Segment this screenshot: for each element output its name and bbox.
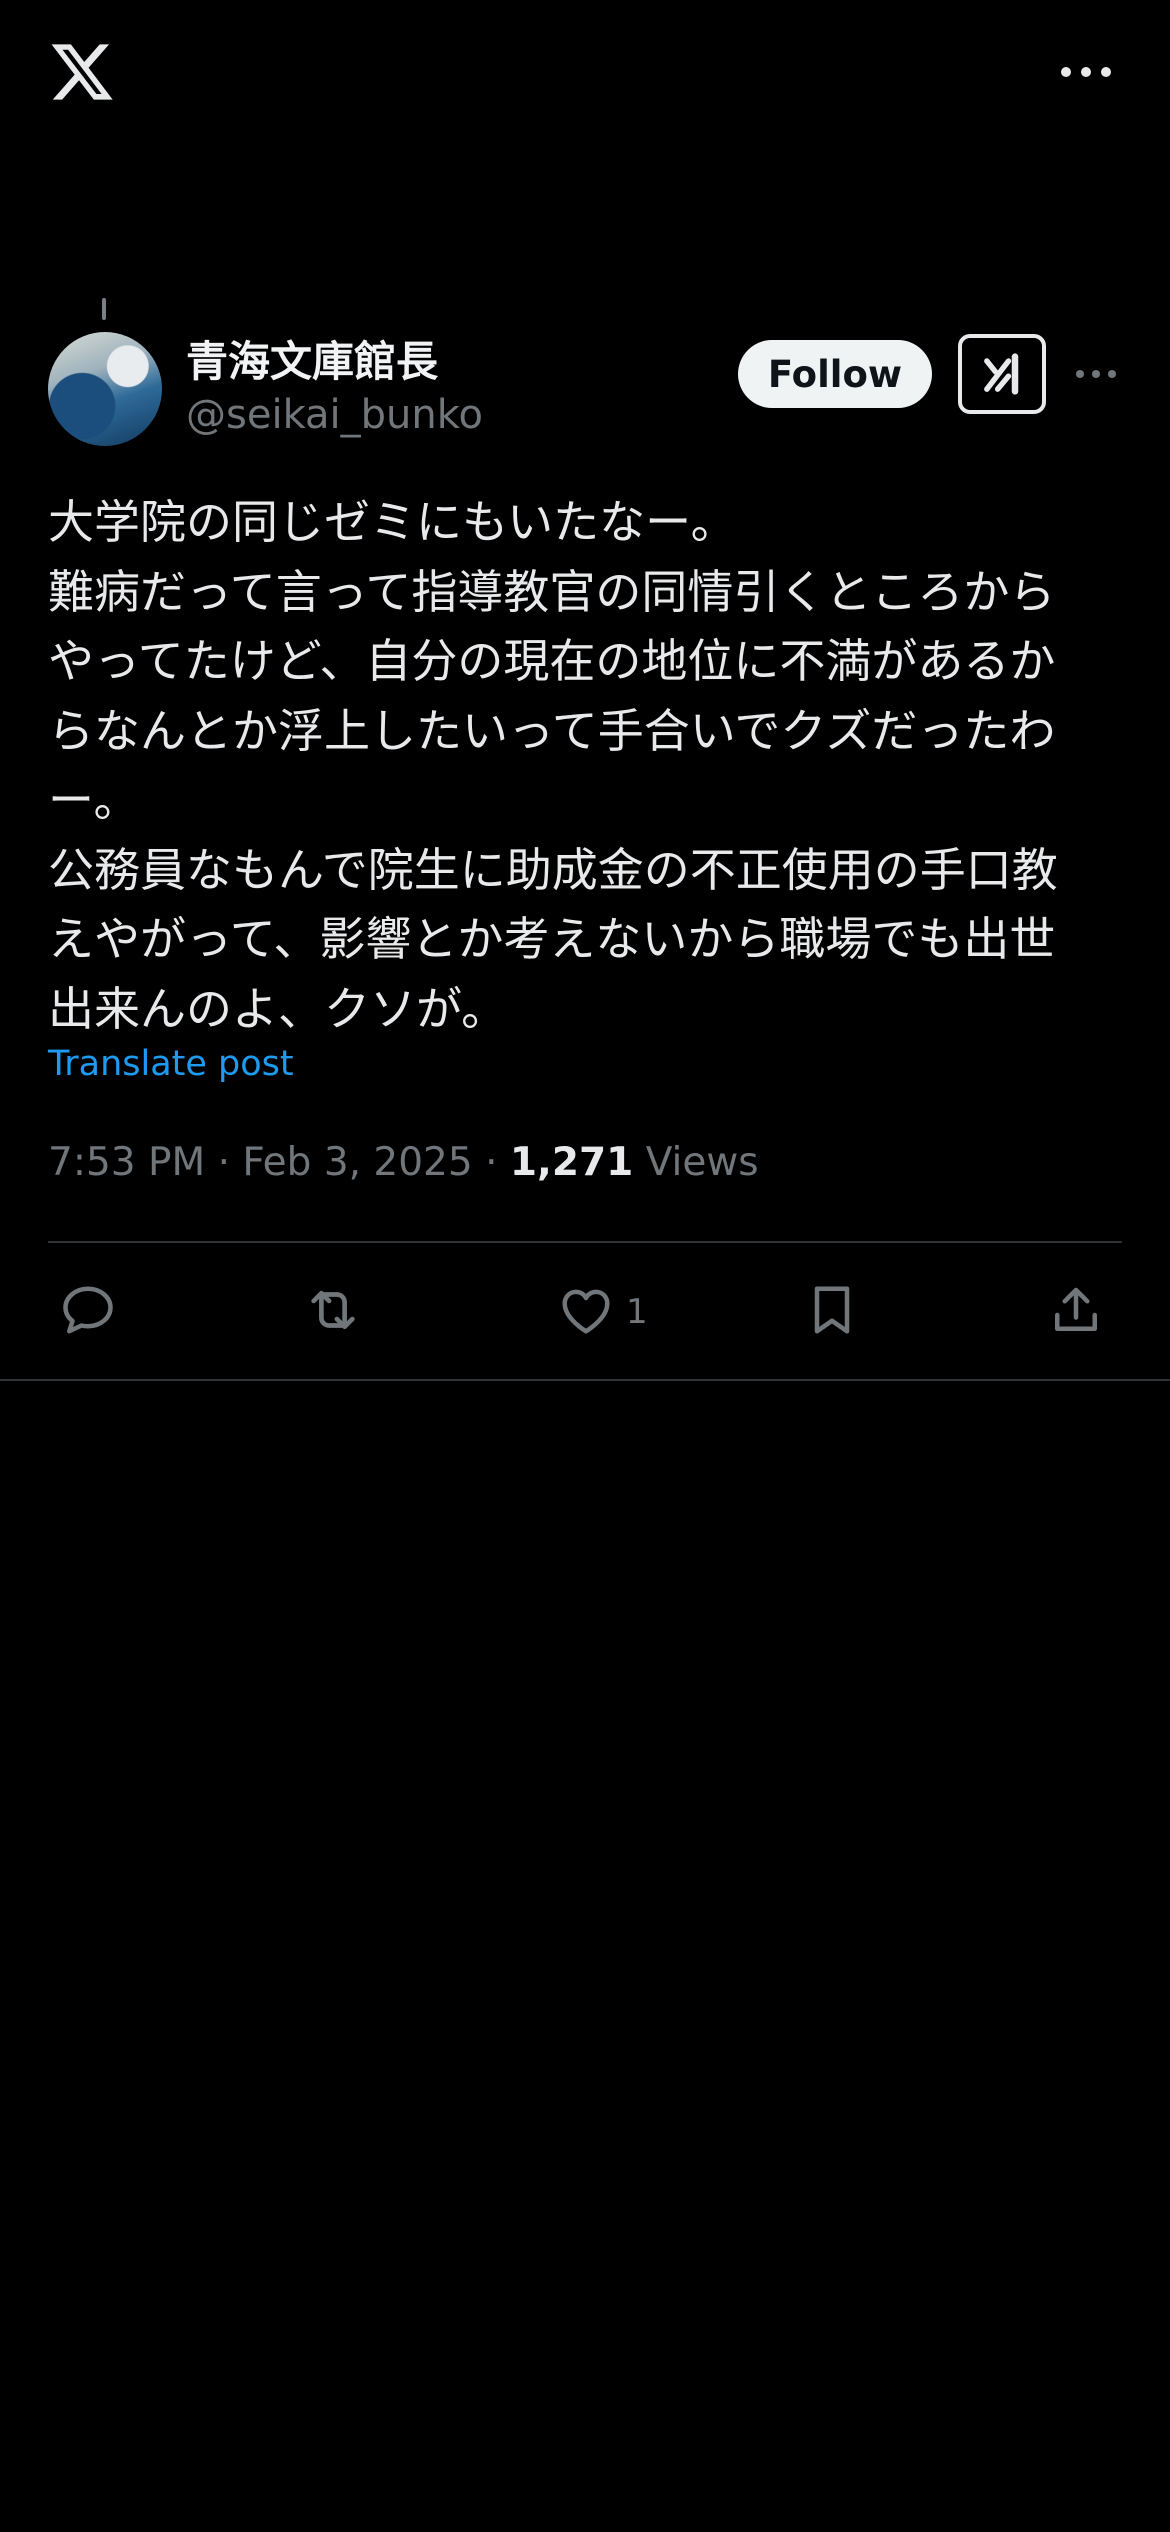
author-display-name[interactable]: 青海文庫館長 bbox=[186, 328, 438, 389]
retweet-button[interactable] bbox=[302, 1276, 364, 1348]
post-text-line: やってたけど、自分の現在の地位に不満があるか bbox=[48, 634, 1056, 688]
post-text-line: 大学院の同じゼミにもいたなー。 bbox=[48, 495, 737, 549]
post-meta: 7:53 PM · Feb 3, 2025 · 1,271 Views bbox=[48, 1140, 759, 1185]
views-label: Views bbox=[645, 1140, 759, 1185]
x-logo-icon[interactable] bbox=[48, 38, 116, 106]
post-text-line: えやがって、影響とか考えないから職場でも出世 bbox=[48, 912, 1056, 966]
meta-separator: · bbox=[217, 1140, 230, 1185]
post-text-line: 公務員なもんで院生に助成金の不正使用の手口教 bbox=[48, 842, 1058, 897]
share-icon bbox=[1046, 1280, 1106, 1344]
translate-post-link[interactable]: Translate post bbox=[48, 1044, 294, 1084]
reply-icon bbox=[58, 1280, 118, 1344]
post-text: 大学院の同じゼミにもいたなー。 難病だって言って指導教官の同情引くところから や… bbox=[48, 488, 1128, 1044]
author-handle[interactable]: @seikai_bunko bbox=[186, 392, 483, 438]
bookmark-button[interactable] bbox=[802, 1276, 862, 1348]
meta-separator: · bbox=[485, 1140, 498, 1185]
more-options-icon[interactable] bbox=[1058, 52, 1114, 92]
post-more-icon[interactable] bbox=[1074, 356, 1118, 392]
thread-connector-line bbox=[102, 298, 106, 320]
reply-button[interactable] bbox=[58, 1276, 118, 1348]
like-count: 1 bbox=[626, 1292, 648, 1332]
like-button[interactable]: 1 bbox=[556, 1276, 648, 1348]
follow-button[interactable]: Follow bbox=[738, 340, 932, 408]
post-date[interactable]: Feb 3, 2025 bbox=[242, 1140, 472, 1185]
post-text-line: 難病だって言って指導教官の同情引くところから bbox=[48, 564, 1056, 619]
post-text-line: らなんとか浮上したいって手合いでクズだったわ bbox=[48, 703, 1056, 758]
post-text-line: 出来んのよ、クソが。 bbox=[48, 981, 508, 1036]
retweet-icon bbox=[302, 1279, 364, 1345]
bookmark-icon bbox=[802, 1280, 862, 1344]
views-count[interactable]: 1,271 bbox=[510, 1140, 633, 1185]
grok-icon[interactable] bbox=[958, 334, 1046, 414]
heart-icon bbox=[556, 1280, 616, 1344]
share-button[interactable] bbox=[1046, 1276, 1106, 1348]
post-time[interactable]: 7:53 PM bbox=[48, 1140, 205, 1185]
post-text-line: ー。 bbox=[48, 773, 140, 827]
divider bbox=[0, 1379, 1170, 1381]
avatar[interactable] bbox=[48, 332, 162, 446]
divider bbox=[48, 1241, 1122, 1243]
